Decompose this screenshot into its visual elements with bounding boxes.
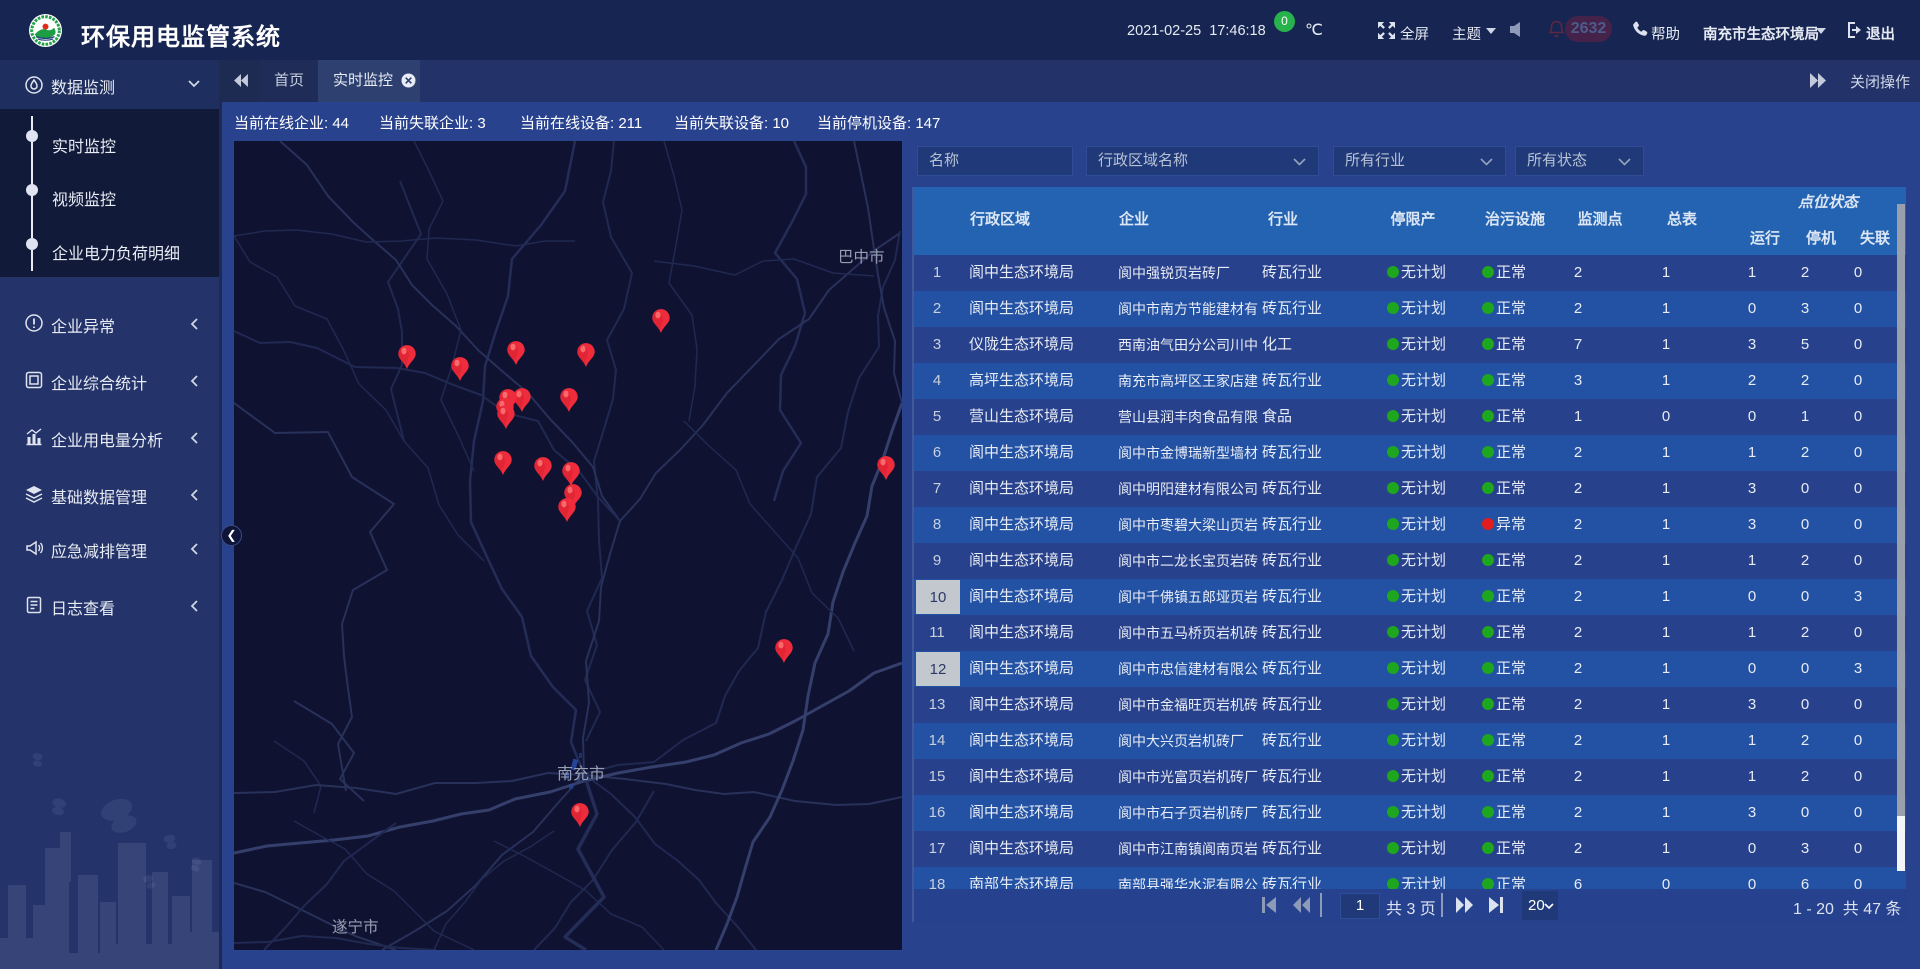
svg-text:南充市: 南充市 bbox=[557, 765, 605, 783]
svg-text:巴中市: 巴中市 bbox=[838, 248, 885, 266]
svg-text:遂宁市: 遂宁市 bbox=[332, 918, 379, 936]
